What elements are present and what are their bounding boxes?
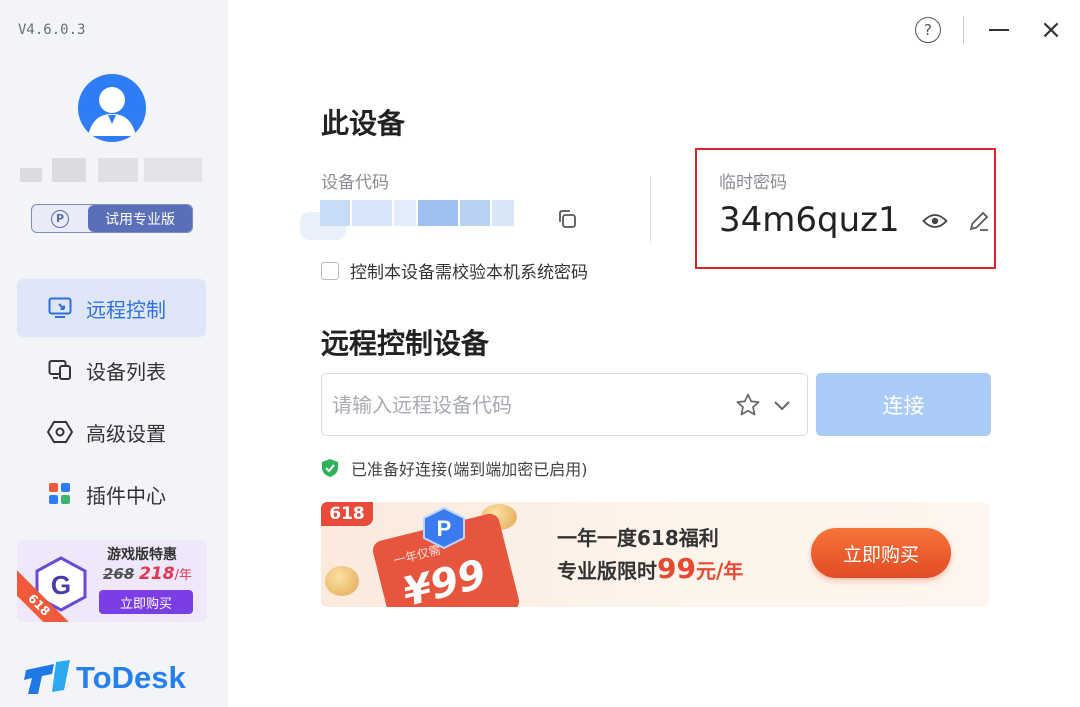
banner-line2-prefix: 专业版限时 [557,559,657,583]
window-controls-divider [963,16,964,44]
device-code-redacted [300,196,520,240]
copy-device-code-button[interactable] [554,206,580,232]
nav-label: 设备列表 [86,359,166,384]
hex-letter: G [51,570,71,600]
promo-banner-618[interactable]: 618 一年仅需 ¥99 P 一年一度618福利 专业版限时99元/年 立即购买 [321,502,989,607]
user-avatar[interactable] [78,74,146,142]
game-edition-promo[interactable]: G 618 游戏版特惠 268 218/年 立即购买 [17,540,207,622]
sidebar: V4.6.0.3 P 试用专业版 远程控制 设备列表 高级设置 插件中心 G 6… [0,0,228,707]
nav-label: 插件中心 [86,483,166,508]
verify-password-row[interactable]: 控制本设备需校验本机系统密码 [321,258,588,283]
eye-icon [922,214,948,228]
brand: ToDesk [24,660,186,696]
device-list-icon [47,357,73,383]
promo-unit: /年 [174,568,192,583]
connection-status: 已准备好连接(端到端加密已启用) [321,456,588,480]
this-device-heading: 此设备 [321,107,406,140]
nav-label: 高级设置 [86,421,166,446]
verify-password-label[interactable]: 控制本设备需校验本机系统密码 [350,258,588,283]
nav-item-remote-control[interactable]: 远程控制 [17,279,206,337]
remote-control-icon [47,295,73,321]
edition-label: 试用专业版 [88,205,192,232]
app-version: V4.6.0.3 [18,22,86,38]
connection-status-text: 已准备好连接(端到端加密已启用) [351,460,588,479]
brand-name: ToDesk [76,660,186,695]
promo-buy-button[interactable]: 立即购买 [99,590,193,614]
nav-item-advanced-settings[interactable]: 高级设置 [17,403,206,461]
banner-price: 99 [657,552,696,585]
banner-price-unit: 元/年 [695,559,744,583]
pencil-icon [969,211,989,231]
edition-badge[interactable]: P 试用专业版 [31,204,193,233]
device-code-label: 设备代码 [321,173,389,193]
show-password-button[interactable] [920,208,950,234]
sidebar-nav: 远程控制 设备列表 高级设置 插件中心 [17,279,206,527]
window-controls: ? × [915,16,1064,44]
chevron-down-icon[interactable] [771,394,793,416]
coin-decoration [325,566,359,596]
shield-check-icon [322,459,338,477]
promo-prices: 268 218/年 [103,564,192,584]
connect-button[interactable]: 连接 [816,373,991,436]
minimize-button[interactable] [986,17,1012,43]
promo-title: 游戏版特惠 [107,547,177,563]
nav-item-device-list[interactable]: 设备列表 [17,341,206,399]
section-divider [650,176,651,242]
username-redacted [20,158,202,182]
badge-letter: P [437,516,452,541]
plugin-grid-icon [47,481,73,507]
remote-device-code-input[interactable] [332,392,722,417]
settings-hex-icon [47,419,73,445]
banner-line1: 一年一度618福利 [557,526,719,550]
temp-password-value: 34m6quz1 [719,200,900,240]
copy-icon [559,210,576,228]
close-button[interactable]: × [1038,17,1064,43]
banner-618-tag: 618 [321,502,373,526]
user-icon [88,87,136,136]
edit-password-button[interactable] [966,208,992,234]
temp-password-label: 临时密码 [719,173,787,193]
pro-badge-icon: P [423,506,465,550]
help-button[interactable]: ? [915,17,941,43]
nav-label: 远程控制 [86,297,166,322]
banner-buy-button[interactable]: 立即购买 [811,528,951,578]
nav-item-plugin-center[interactable]: 插件中心 [17,465,206,523]
remote-control-heading: 远程控制设备 [321,327,490,360]
favorite-star-icon[interactable] [735,392,761,418]
promo-new-price: 218 [139,564,175,584]
remote-device-code-field[interactable] [321,373,808,436]
todesk-logo-icon [24,660,70,694]
banner-line2: 专业版限时99元/年 [557,552,743,585]
minimize-icon [989,29,1009,31]
promo-old-price: 268 [103,565,135,583]
verify-password-checkbox[interactable] [321,261,339,280]
pro-p-icon: P [51,209,69,228]
